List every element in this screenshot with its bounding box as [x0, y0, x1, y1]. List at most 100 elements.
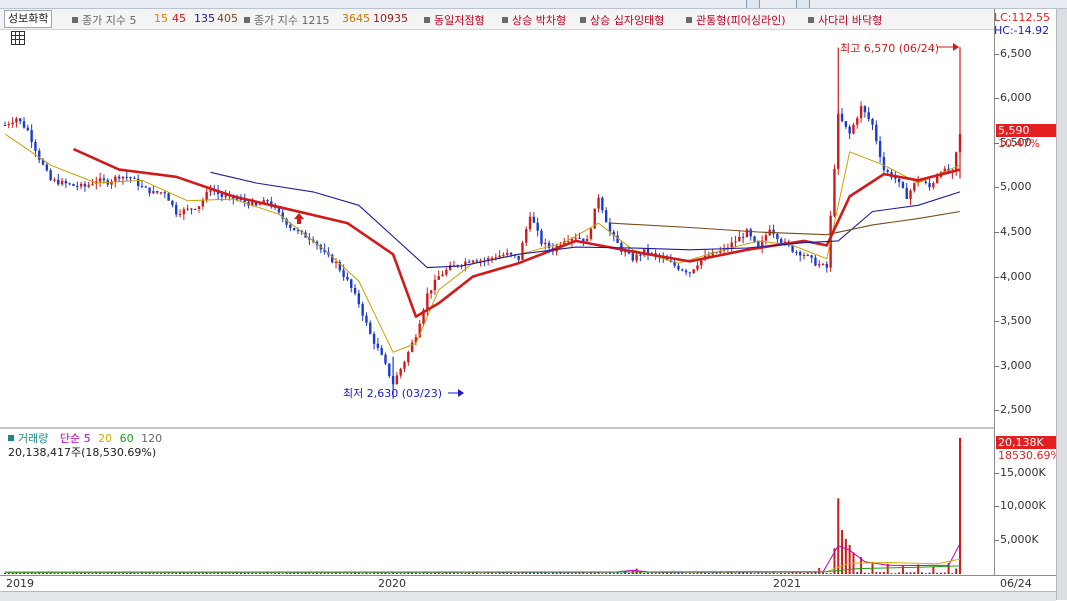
volume-bar [734, 573, 737, 574]
candle-body [87, 184, 90, 187]
volume-bar [643, 572, 646, 574]
candle-body [696, 265, 699, 270]
candle-body [517, 255, 520, 260]
volume-bar [175, 572, 178, 574]
candle-body [840, 113, 844, 122]
volume-bar [605, 572, 608, 574]
volume-bar [186, 572, 189, 574]
volume-bar [783, 572, 786, 574]
price-tick-label: 2,500 [1000, 403, 1032, 417]
candle-body [935, 176, 939, 183]
volume-bar [681, 572, 684, 574]
candle-body [897, 178, 901, 183]
candle-body [616, 235, 619, 243]
chart-canvas[interactable] [0, 0, 994, 575]
volume-bar [350, 572, 353, 574]
candle-body [905, 187, 908, 199]
candle-body [190, 208, 193, 210]
candle-body [45, 164, 49, 171]
volume-bar [624, 572, 627, 574]
candle-body [289, 224, 292, 228]
candle-body [117, 176, 121, 179]
candle-body [589, 228, 593, 239]
volume-bar [822, 572, 825, 574]
candle-body [365, 315, 368, 323]
candle-body [818, 264, 821, 266]
volume-bar [620, 572, 623, 574]
candle-body [361, 304, 364, 316]
volume-bar [803, 572, 806, 574]
candle-body [544, 242, 547, 245]
candle-body [53, 179, 56, 181]
price-tick-label: 5,000 [1000, 180, 1032, 194]
candle-body [346, 276, 349, 280]
candle-body [410, 342, 414, 352]
volume-bar [692, 573, 695, 574]
candle-body [597, 197, 600, 209]
candle-body [437, 276, 440, 280]
volume-bar [213, 572, 216, 574]
candle-body [445, 269, 448, 275]
candle-body [114, 176, 117, 182]
price-tick-label: 4,500 [1000, 225, 1032, 238]
candle-body [68, 183, 71, 185]
candle-body [129, 177, 132, 179]
candle-body [498, 255, 501, 258]
candle-body [528, 216, 532, 230]
candle-body [220, 193, 224, 197]
candle-body [502, 254, 505, 256]
volume-bar [510, 572, 513, 574]
candle-body [384, 354, 387, 364]
candle-body [102, 178, 106, 181]
vertical-scrollbar[interactable] [1056, 9, 1067, 600]
candle-body [833, 168, 836, 216]
volume-bar [704, 572, 707, 574]
volume-bar [494, 573, 497, 574]
volume-bar [42, 572, 45, 574]
candle-body [266, 200, 269, 202]
candle-body [776, 233, 779, 240]
candle-body [730, 242, 733, 248]
candle-body [194, 208, 197, 210]
volume-bar [890, 573, 893, 574]
candle-body [197, 206, 201, 209]
volume-bar [928, 572, 931, 574]
candle-body [369, 322, 372, 334]
candle-body [178, 214, 182, 216]
candle-body [802, 255, 806, 257]
candle-body [681, 269, 684, 271]
volume-bar [875, 572, 878, 574]
candle-body [867, 112, 870, 120]
volume-bar [19, 572, 22, 574]
volume-bar [133, 572, 136, 574]
volume-bar [418, 573, 421, 574]
volume-bar [707, 572, 710, 574]
volume-bar [776, 573, 779, 574]
candle-body [292, 227, 296, 231]
volume-bar [407, 572, 410, 574]
candle-body [578, 237, 581, 239]
candle-body [296, 230, 300, 232]
candle-body [407, 351, 410, 363]
candle-body [15, 118, 18, 123]
volume-bar [312, 573, 315, 574]
candle-body [749, 229, 752, 237]
candle-body [403, 362, 406, 369]
volume-bar [4, 572, 6, 574]
volume-bar [951, 573, 954, 574]
candle-body [30, 130, 33, 143]
candle-body [34, 142, 37, 151]
volume-bar [829, 572, 832, 574]
candle-body [932, 182, 935, 188]
candle-body [886, 170, 889, 172]
volume-bar [369, 573, 372, 574]
price-tick-label: 6,500 [1000, 46, 1032, 60]
volume-bar [274, 573, 277, 574]
price-tick-mark [994, 410, 999, 412]
volume-bar [430, 572, 433, 574]
volume-bar [118, 572, 121, 574]
candle-body [738, 236, 741, 242]
candle-body [848, 126, 851, 134]
candle-body [182, 209, 186, 215]
x-label-2020: 2020 [378, 577, 406, 590]
